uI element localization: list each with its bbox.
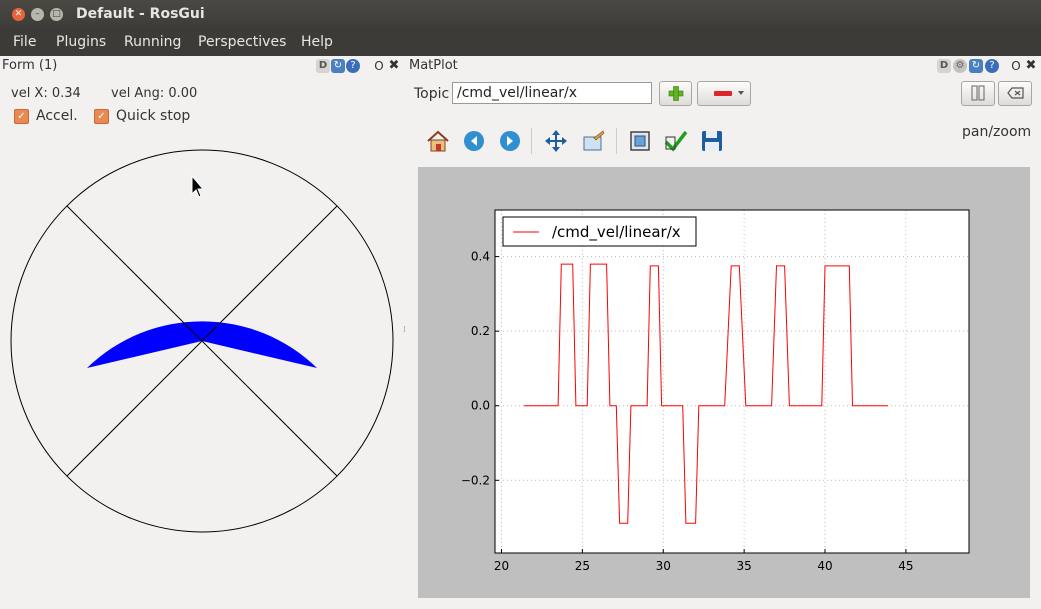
mouse-cursor-icon [191,174,205,198]
subplots-config-icon[interactable] [627,128,653,154]
form-dock-reload-icon[interactable]: ↻ [331,59,345,73]
clear-icon [1007,87,1024,99]
y-tick-label: 0.0 [471,399,490,413]
edit-axes-check-icon[interactable] [663,128,689,154]
zoom-rect-icon[interactable] [580,128,606,154]
accel-label: Accel. [36,108,78,124]
menu-running[interactable]: Running [124,34,181,50]
form-dock-float-icon[interactable]: O [372,59,386,73]
home-icon[interactable] [425,128,451,154]
quick-stop-label: Quick stop [116,108,191,124]
clear-button[interactable] [998,81,1032,106]
matplot-dock-d-icon[interactable]: D [937,59,951,73]
matplot-dock-help-icon[interactable]: ? [985,59,999,73]
window-title: Default - RosGui [76,6,205,22]
save-floppy-icon[interactable] [699,128,725,154]
x-tick-label: 40 [817,559,832,573]
x-tick-label: 25 [575,559,590,573]
window-close-button[interactable]: ✕ [12,8,25,21]
minus-icon [714,91,744,96]
matplot-dock-float-icon[interactable]: O [1009,59,1023,73]
velocity-sector [87,321,317,368]
accel-checkbox[interactable]: ✓ [14,109,29,124]
pause-icon [971,85,985,101]
y-tick-label: −0.2 [461,473,490,487]
forward-arrow-icon[interactable] [497,128,523,154]
line-chart[interactable]: 20 25 30 35 40 45 0.4 0.2 0.0 −0.2/cmd_vel/linear… [418,167,1030,598]
matplot-dock-title: MatPlot [409,58,458,73]
menu-file[interactable]: File [13,34,36,50]
menu-help[interactable]: Help [301,34,333,50]
x-tick-label: 30 [656,559,671,573]
form-dock-title: Form (1) [2,58,58,73]
remove-topic-dropdown[interactable] [697,81,751,106]
form-dock-help-icon[interactable]: ? [346,59,360,73]
quick-stop-checkbox[interactable]: ✓ [94,109,109,124]
topic-label: Topic [414,86,450,102]
pan-move-icon[interactable] [543,128,569,154]
menu-perspectives[interactable]: Perspectives [198,34,286,50]
vel-ang-label: vel Ang: 0.00 [111,86,198,101]
splitter-handle[interactable]: ⁞ [403,325,406,335]
window-maximize-button[interactable]: □ [50,8,63,21]
window-minimize-button[interactable]: – [31,8,44,21]
matplot-dock-reload-icon[interactable]: ↻ [969,59,983,73]
matplot-dock-gear-icon[interactable]: ⚙ [953,59,967,73]
menu-bar: File Plugins Running Perspectives Help [0,30,1041,56]
legend-label: /cmd_vel/linear/x [552,223,681,242]
toolbar-mode-text: pan/zoom [962,124,1032,140]
title-bar: ✕ – □ Default - RosGui [0,0,1041,30]
form-dock-close-icon[interactable]: ✖ [387,59,401,73]
form-dock-d-icon[interactable]: D [316,59,330,73]
x-tick-label: 35 [736,559,751,573]
add-topic-button[interactable] [659,81,692,106]
matplot-dock-close-icon[interactable]: ✖ [1024,59,1038,73]
plot-canvas[interactable]: 20 25 30 35 40 45 0.4 0.2 0.0 −0.2/cmd_vel/linear… [418,167,1030,598]
plot-axes-background [495,210,969,553]
y-tick-label: 0.4 [471,250,490,264]
toolbar-separator [531,128,532,154]
plus-icon [668,86,684,101]
menu-plugins[interactable]: Plugins [56,34,106,50]
pause-button[interactable] [961,81,995,106]
back-arrow-icon[interactable] [461,128,487,154]
x-tick-label: 45 [898,559,913,573]
velocity-joystick[interactable] [0,140,405,540]
topic-input[interactable] [452,82,652,104]
x-tick-label: 20 [494,559,509,573]
y-tick-label: 0.2 [471,324,490,338]
vel-x-label: vel X: 0.34 [11,86,81,101]
toolbar-separator [616,128,617,154]
